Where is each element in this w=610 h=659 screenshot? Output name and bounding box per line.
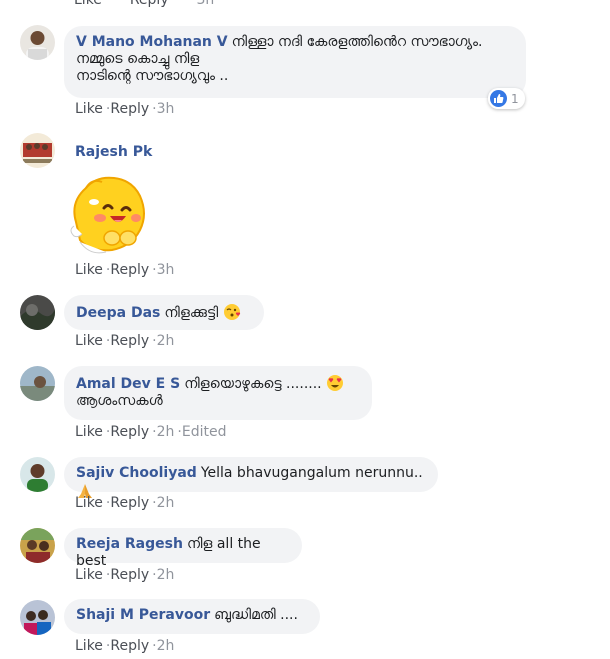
reply-link[interactable]: Reply <box>110 262 149 278</box>
comment-actions: Like ·Reply ·2h <box>75 567 175 583</box>
comment-actions: Like ·Reply ·3h <box>75 101 175 117</box>
like-link[interactable]: Like <box>75 495 103 511</box>
author-name[interactable]: Sajiv Chooliyad <box>76 465 197 481</box>
sticker <box>66 172 150 258</box>
author-name[interactable]: Deepa Das <box>76 305 160 321</box>
reply-link[interactable]: Reply <box>130 0 169 8</box>
reply-link[interactable]: Reply <box>110 638 149 654</box>
comment-actions: Like ·Reply ·2h <box>75 638 175 654</box>
reaction-badge[interactable]: 1 <box>488 88 525 109</box>
comment-text: നിളക്കുട്ടി <box>164 305 219 321</box>
comment-actions: Like ·Reply ·2h <box>75 333 175 349</box>
reaction-count: 1 <box>511 91 519 106</box>
timestamp[interactable]: 3h <box>157 262 175 278</box>
author-name[interactable]: Amal Dev E S <box>76 376 180 392</box>
thumbs-up-icon <box>490 90 507 107</box>
like-link[interactable]: Like <box>75 333 103 349</box>
timestamp[interactable]: 3h <box>197 0 215 8</box>
comment-text: നിള്ളാ നദി കേരളത്തിൻെറ സൗഭാഗ്യം. <box>231 34 483 50</box>
comment-bubble: Amal Dev E S നിളയൊഴുകട്ടെ ........ ആശംസകൾ <box>64 366 372 420</box>
like-link[interactable]: Like <box>74 0 102 8</box>
comment-bubble: Shaji M Peravoor ബുദ്ധിമതി .... <box>64 599 320 634</box>
comment-actions: Like ·Reply ·2h ·Edited <box>75 424 227 440</box>
comment-actions: Like ·Reply ·2h <box>75 495 175 511</box>
avatar[interactable] <box>20 366 55 401</box>
kissing-heart-emoji <box>223 304 240 320</box>
comment-text: ബുദ്ധിമതി .... <box>214 607 298 623</box>
comment-text: Yella bhavugangalum nerunnu.. <box>200 465 423 481</box>
comment-bubble: Reeja Ragesh നിള all the best <box>64 528 302 569</box>
avatar[interactable] <box>20 133 55 168</box>
avatar[interactable] <box>20 600 55 635</box>
previous-comment-actions: Like · Reply · 3h <box>74 0 222 8</box>
reply-link[interactable]: Reply <box>110 495 149 511</box>
avatar[interactable] <box>20 25 55 60</box>
timestamp[interactable]: 2h <box>157 495 175 511</box>
comment-text: നമ്മുടെ കൊച്ചു നിള <box>76 51 200 67</box>
timestamp[interactable]: 2h <box>157 638 175 654</box>
author-name[interactable]: V Mano Mohanan V <box>76 34 228 50</box>
like-link[interactable]: Like <box>75 424 103 440</box>
avatar[interactable] <box>20 457 55 492</box>
reply-link[interactable]: Reply <box>110 424 149 440</box>
like-link[interactable]: Like <box>75 638 103 654</box>
comment-actions: Like ·Reply ·3h <box>75 262 175 278</box>
like-link[interactable]: Like <box>75 567 103 583</box>
edited-label[interactable]: Edited <box>182 424 227 440</box>
reply-link[interactable]: Reply <box>110 567 149 583</box>
comment-text: ആശംസകൾ <box>76 393 163 409</box>
like-link[interactable]: Like <box>75 262 103 278</box>
timestamp[interactable]: 2h <box>157 424 175 440</box>
avatar[interactable] <box>20 528 55 563</box>
comment-bubble: Deepa Das നിളക്കുട്ടി <box>64 295 264 330</box>
timestamp[interactable]: 2h <box>157 333 175 349</box>
timestamp[interactable]: 3h <box>157 101 175 117</box>
comment-text: നാടിന്റെ സൗഭാഗ്യവും .. <box>76 68 229 84</box>
author-name[interactable]: Reeja Ragesh <box>76 536 183 552</box>
comment-text: നിളയൊഴുകട്ടെ ........ <box>184 376 322 392</box>
reply-link[interactable]: Reply <box>110 333 149 349</box>
heart-eyes-emoji <box>327 375 344 391</box>
author-name[interactable]: Rajesh Pk <box>75 144 152 160</box>
like-link[interactable]: Like <box>75 101 103 117</box>
timestamp[interactable]: 2h <box>157 567 175 583</box>
author-name[interactable]: Shaji M Peravoor <box>76 607 210 623</box>
reply-link[interactable]: Reply <box>110 101 149 117</box>
avatar[interactable] <box>20 295 55 330</box>
comment-bubble: Sajiv Chooliyad Yella bhavugangalum nerun… <box>64 457 438 498</box>
comment-bubble: V Mano Mohanan V നിള്ളാ നദി കേരളത്തിൻെറ സ… <box>64 26 526 98</box>
